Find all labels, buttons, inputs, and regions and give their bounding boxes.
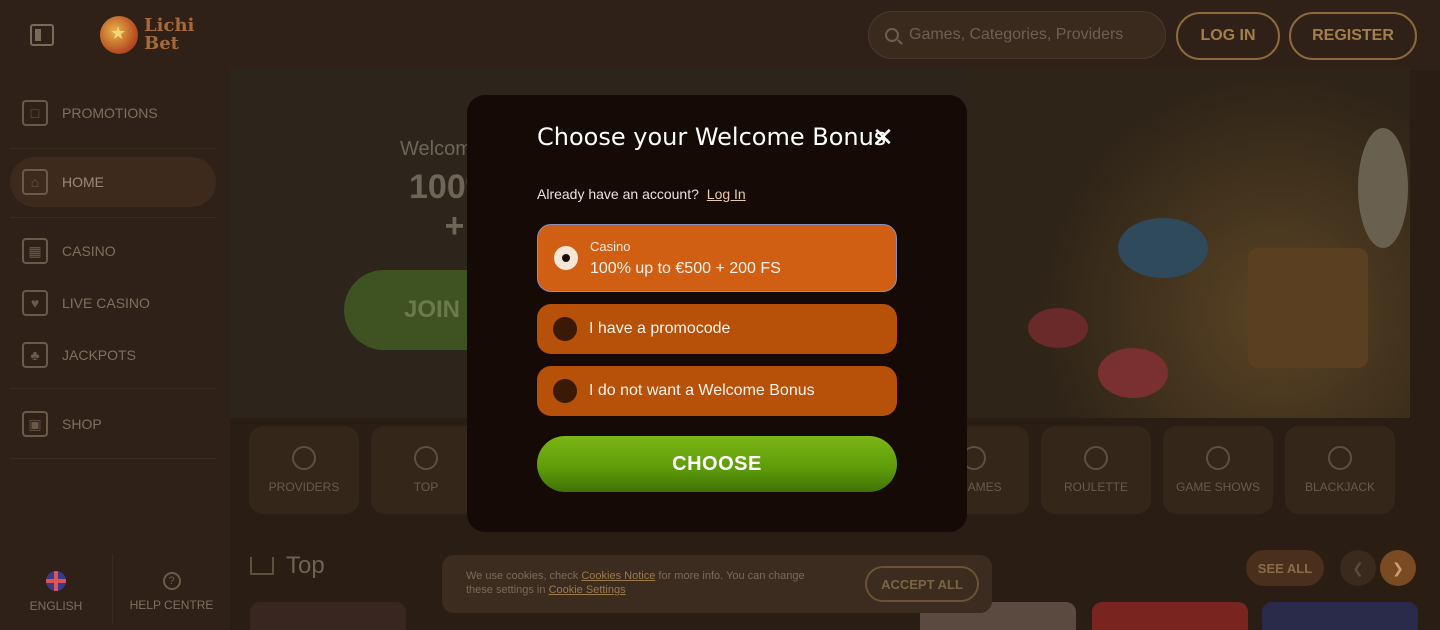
language-button[interactable]: ENGLISH	[0, 554, 112, 630]
bonus-option-casino[interactable]: Casino 100% up to €500 + 200 FS	[537, 224, 897, 292]
cookie-text: We use cookies, check Cookies Notice for…	[466, 569, 826, 597]
crown-icon	[250, 557, 274, 575]
close-icon[interactable]: ✕	[871, 124, 895, 150]
see-all-button[interactable]: SEE ALL	[1246, 550, 1324, 586]
sidebar-item-label: JACKPOTS	[62, 347, 136, 363]
category-top[interactable]: TOP	[371, 426, 481, 514]
radio-unselected-icon[interactable]	[553, 317, 577, 341]
logo-mark-icon	[100, 16, 138, 54]
chest-shape	[1248, 248, 1368, 368]
cookies-notice-link[interactable]: Cookies Notice	[581, 570, 655, 582]
login-link[interactable]: Log In	[707, 186, 746, 202]
sidebar-item-label: SHOP	[62, 416, 102, 432]
crown-shape	[1028, 308, 1088, 348]
category-roulette[interactable]: ROULETTE	[1041, 426, 1151, 514]
sidebar-item-casino[interactable]: ▦ CASINO	[10, 226, 216, 276]
card-icon: ♥	[22, 290, 48, 316]
bonus-option-label: I have a promocode	[589, 320, 731, 337]
sidebar-item-label: HOME	[62, 174, 104, 190]
bonus-option-no-bonus[interactable]: I do not want a Welcome Bonus	[537, 366, 897, 416]
category-label: GAME SHOWS	[1175, 480, 1260, 494]
hero-welcome-text: Welcom	[400, 138, 472, 160]
category-label: BLACKJACK	[1304, 480, 1376, 494]
category-blackjack[interactable]: BLACKJACK	[1285, 426, 1395, 514]
sidebar-item-label: LIVE CASINO	[62, 295, 150, 311]
roulette-icon	[1084, 446, 1108, 470]
cookie-settings-link[interactable]: Cookie Settings	[549, 584, 626, 596]
welcome-bonus-modal: Choose your Welcome Bonus ✕ Already have…	[467, 95, 967, 532]
category-label: PROVIDERS	[268, 480, 340, 494]
sidebar-divider	[10, 388, 216, 389]
sidebar-divider	[10, 217, 216, 218]
login-button[interactable]: LOG IN	[1176, 12, 1280, 60]
top-section-title: Top	[250, 552, 325, 580]
sidebar-item-jackpots[interactable]: ♣ JACKPOTS	[10, 330, 216, 380]
cookie-text-before: We use cookies, check	[466, 570, 579, 582]
register-button[interactable]: REGISTER	[1289, 12, 1417, 60]
category-providers[interactable]: PROVIDERS	[249, 426, 359, 514]
modal-title: Choose your Welcome Bonus	[537, 123, 887, 151]
radio-selected-icon[interactable]	[554, 246, 578, 270]
help-label: HELP CENTRE	[129, 598, 214, 612]
language-label: ENGLISH	[29, 599, 83, 613]
already-account-label: Already have an account?	[537, 186, 699, 202]
eagle-shape	[1358, 128, 1408, 248]
category-label: ROULETTE	[1063, 480, 1128, 494]
sidebar-divider	[10, 458, 216, 459]
radio-unselected-icon[interactable]	[553, 379, 577, 403]
help-centre-button[interactable]: ? HELP CENTRE	[113, 554, 230, 630]
logo-text: Lichi Bet	[144, 17, 194, 53]
sidebar: □ PROMOTIONS ⌂ HOME ▦ CASINO ♥ LIVE CASI…	[0, 70, 230, 630]
sidebar-item-home[interactable]: ⌂ HOME	[10, 157, 216, 207]
sidebar-divider	[10, 148, 216, 149]
home-icon: ⌂	[22, 169, 48, 195]
slot-machine-icon: ▦	[22, 238, 48, 264]
gift-icon: □	[22, 100, 48, 126]
clover-icon: ♣	[22, 342, 48, 368]
crown-shape	[1098, 348, 1168, 398]
cookie-banner: We use cookies, check Cookies Notice for…	[442, 555, 992, 613]
basket-icon: ▣	[22, 411, 48, 437]
bonus-option-category: Casino	[590, 238, 631, 254]
hero-treasure-image	[968, 68, 1410, 418]
help-icon: ?	[162, 572, 181, 590]
logo[interactable]: Lichi Bet	[100, 14, 194, 56]
category-label: TOP	[413, 480, 439, 494]
accept-all-button[interactable]: ACCEPT ALL	[865, 566, 979, 602]
sidebar-item-shop[interactable]: ▣ SHOP	[10, 399, 216, 449]
uk-flag-icon	[46, 571, 66, 591]
sidebar-item-label: PROMOTIONS	[62, 105, 158, 121]
bonus-option-label: I do not want a Welcome Bonus	[589, 382, 815, 399]
crown-icon	[414, 446, 438, 470]
category-game-shows[interactable]: GAME SHOWS	[1163, 426, 1273, 514]
layers-icon	[292, 446, 316, 470]
spade-icon	[1328, 446, 1352, 470]
game-thumbnail[interactable]	[250, 602, 406, 630]
bonus-option-text: Casino 100% up to €500 + 200 FS	[590, 239, 781, 278]
chevron-right-icon[interactable]: ❯	[1380, 550, 1416, 586]
choose-button[interactable]: CHOOSE	[537, 436, 897, 492]
search-icon	[885, 28, 899, 42]
section-title-text: Top	[286, 552, 325, 579]
search-input[interactable]	[909, 26, 1149, 44]
game-thumbnail[interactable]	[1262, 602, 1418, 630]
logo-line2: Bet	[144, 33, 179, 54]
already-account-text: Already have an account? Log In	[537, 186, 746, 202]
bonus-option-promocode[interactable]: I have a promocode	[537, 304, 897, 354]
bonus-option-label: 100% up to €500 + 200 FS	[590, 259, 781, 277]
search-box[interactable]	[868, 11, 1166, 59]
sidebar-toggle-icon[interactable]	[30, 24, 54, 46]
top-header: Lichi Bet LOG IN REGISTER	[0, 0, 1440, 70]
sidebar-item-promotions[interactable]: □ PROMOTIONS	[10, 88, 216, 138]
microphone-icon	[1206, 446, 1230, 470]
sidebar-item-label: CASINO	[62, 243, 116, 259]
game-thumbnail[interactable]	[1092, 602, 1248, 630]
chevron-left-icon[interactable]: ❮	[1340, 550, 1376, 586]
peacock-shape	[1118, 218, 1208, 278]
sidebar-item-live-casino[interactable]: ♥ LIVE CASINO	[10, 278, 216, 328]
